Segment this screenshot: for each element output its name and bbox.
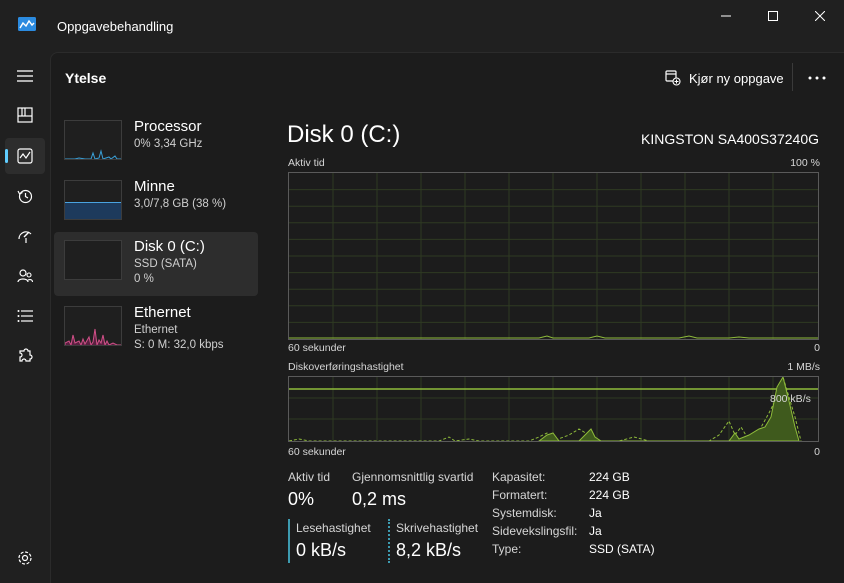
disk-thumbnail	[64, 240, 122, 280]
nav-rail	[0, 52, 50, 583]
transfer-graph-xlabel: 60 sekunder	[288, 446, 346, 458]
prop-value: SSD (SATA)	[589, 542, 655, 556]
sidebar-item-processor[interactable]: Processor 0% 3,34 GHz	[54, 112, 258, 176]
prop-label: Systemdisk:	[492, 506, 557, 520]
prop-label: Kapasitet:	[492, 470, 546, 484]
sidebar-item-ethernet[interactable]: Ethernet Ethernet S: 0 M: 32,0 kbps	[54, 298, 258, 362]
sidebar-item-name: Processor	[134, 118, 202, 135]
app-icon	[18, 17, 36, 31]
active-time-graph	[288, 172, 819, 340]
users-icon	[17, 269, 33, 283]
sidebar-item-detail: 3,0/7,8 GB (38 %)	[134, 198, 227, 210]
active-graph-min: 0	[814, 342, 820, 354]
read-indicator	[288, 519, 290, 563]
title-bar: Oppgavebehandling	[0, 0, 844, 52]
transfer-graph-min: 0	[814, 446, 820, 458]
settings-icon	[18, 551, 32, 565]
nav-services[interactable]	[5, 338, 45, 374]
transfer-graph-label: Diskoverføringshastighet	[288, 361, 404, 373]
processor-thumbnail	[64, 120, 122, 160]
minimize-button[interactable]	[703, 0, 749, 32]
sidebar-item-name: Ethernet	[134, 304, 191, 321]
transfer-rate-chart	[288, 375, 818, 442]
response-time-label: Gjennomsnittlig svartid	[352, 470, 474, 484]
nav-details[interactable]	[5, 298, 45, 334]
transfer-rate-graph	[288, 375, 819, 442]
close-icon	[815, 11, 825, 21]
more-icon	[808, 76, 826, 80]
active-graph-xlabel: 60 sekunder	[288, 342, 346, 354]
hamburger-icon	[17, 70, 33, 82]
nav-users[interactable]	[5, 258, 45, 294]
nav-menu-button[interactable]	[5, 58, 45, 94]
services-icon	[19, 348, 33, 362]
active-time-value: 0%	[288, 489, 315, 509]
run-new-task-button[interactable]: Kjør ny oppgave	[665, 67, 784, 89]
transfer-graph-max: 1 MB/s	[787, 361, 820, 373]
sidebar-item-usage: 0 %	[134, 273, 154, 285]
sidebar-item-detail: Ethernet	[134, 324, 178, 336]
prop-label: Sidevekslingsfil:	[492, 524, 578, 538]
sidebar-item-name: Disk 0 (C:)	[134, 238, 205, 255]
response-time-value: 0,2 ms	[352, 489, 407, 509]
active-time-chart	[289, 173, 818, 339]
write-speed-value: 8,2 kB/s	[396, 540, 462, 560]
write-speed-label: Skrivehastighet	[396, 521, 479, 535]
close-button[interactable]	[797, 0, 843, 32]
page-title: Ytelse	[65, 70, 107, 86]
transfer-graph-reference: 800 kB/s	[770, 393, 811, 405]
ethernet-thumbnail	[64, 306, 122, 346]
memory-thumbnail	[64, 180, 122, 220]
details-icon	[17, 310, 33, 322]
nav-settings[interactable]	[5, 540, 45, 576]
read-speed-value: 0 kB/s	[296, 540, 347, 560]
sidebar-item-detail: SSD (SATA)	[134, 258, 197, 270]
sidebar-item-throughput: S: 0 M: 32,0 kbps	[134, 339, 224, 351]
prop-label: Formatert:	[492, 488, 548, 502]
performance-icon	[17, 148, 33, 164]
history-icon	[17, 189, 33, 204]
processes-icon	[17, 107, 33, 123]
ethernet-sparkline	[65, 328, 121, 345]
minimize-icon	[721, 15, 731, 17]
header-divider	[792, 63, 793, 91]
nav-performance[interactable]	[5, 138, 45, 174]
more-button[interactable]	[806, 69, 828, 87]
active-time-label: Aktiv tid	[288, 470, 331, 484]
active-graph-max: 100 %	[790, 157, 820, 169]
sidebar-item-memory[interactable]: Minne 3,0/7,8 GB (38 %)	[54, 172, 258, 236]
sidebar-item-disk[interactable]: Disk 0 (C:) SSD (SATA) 0 %	[54, 232, 258, 296]
run-task-icon	[665, 70, 681, 86]
write-indicator	[388, 519, 390, 563]
prop-label: Type:	[492, 542, 522, 556]
nav-processes[interactable]	[5, 97, 45, 133]
nav-app-history[interactable]	[5, 178, 45, 214]
prop-value: Ja	[589, 506, 602, 520]
processor-sparkline	[65, 149, 121, 159]
sidebar-item-name: Minne	[134, 178, 175, 195]
window-title: Oppgavebehandling	[57, 19, 174, 34]
prop-value: 224 GB	[589, 470, 630, 484]
disk-model: KINGSTON SA400S37240G	[641, 131, 819, 147]
sidebar-item-detail: 0% 3,34 GHz	[134, 138, 203, 150]
active-graph-label: Aktiv tid	[288, 157, 325, 169]
maximize-button[interactable]	[750, 0, 796, 32]
startup-icon	[18, 231, 32, 243]
run-task-label: Kjør ny oppgave	[689, 70, 784, 86]
disk-title: Disk 0 (C:)	[287, 121, 401, 148]
read-speed-label: Lesehastighet	[296, 521, 371, 535]
maximize-icon	[768, 11, 778, 21]
prop-value: 224 GB	[589, 488, 630, 502]
nav-startup[interactable]	[5, 218, 45, 254]
prop-value: Ja	[589, 524, 602, 538]
